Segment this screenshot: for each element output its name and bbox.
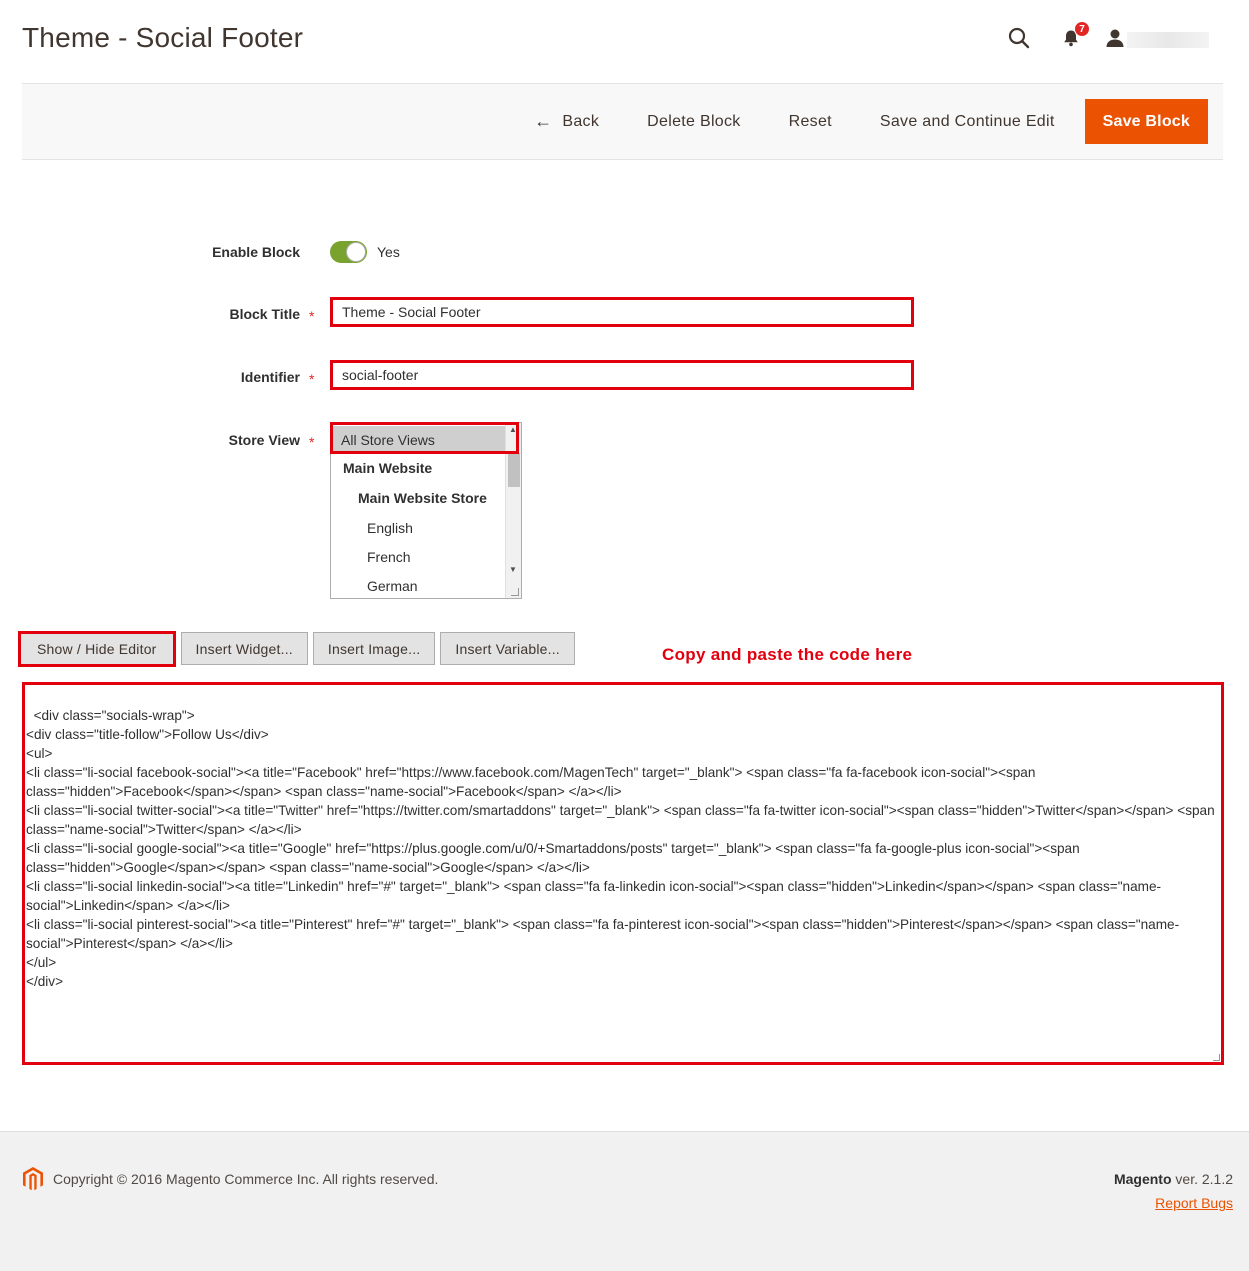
insert-variable-button[interactable]: Insert Variable... xyxy=(440,632,575,665)
block-title-input[interactable] xyxy=(330,297,914,327)
search-icon[interactable] xyxy=(1003,22,1035,54)
toggle-knob xyxy=(346,242,366,262)
content-textarea[interactable]: <div class="socials-wrap"> <div class="t… xyxy=(22,682,1224,1065)
required-marker: * xyxy=(309,308,315,324)
magento-logo-icon xyxy=(23,1167,43,1191)
back-button[interactable]: ← Back xyxy=(510,99,623,144)
enable-block-label: Enable Block xyxy=(212,244,300,260)
version-number: ver. 2.1.2 xyxy=(1175,1171,1233,1187)
store-option-english[interactable]: English xyxy=(367,520,413,536)
brand-name: Magento xyxy=(1113,1171,1172,1187)
user-name-redacted xyxy=(1127,32,1209,48)
enable-block-value: Yes xyxy=(377,244,400,260)
scroll-up-arrow-icon[interactable]: ▲ xyxy=(509,425,517,434)
page-actions-bar: ← Back Delete Block Reset Save and Conti… xyxy=(22,83,1223,160)
store-view-multiselect[interactable]: All Store Views Main Website Main Websit… xyxy=(330,422,522,599)
identifier-input[interactable] xyxy=(330,360,914,390)
version-text: Magento ver. 2.1.2 xyxy=(1114,1171,1233,1187)
required-marker: * xyxy=(309,371,315,387)
store-option-all-store-views[interactable]: All Store Views xyxy=(332,426,506,454)
store-option-german[interactable]: German xyxy=(367,578,418,594)
editor-toolbar: Show / Hide Editor Insert Widget... Inse… xyxy=(18,631,580,667)
notification-count-badge: 7 xyxy=(1074,21,1090,37)
delete-block-button[interactable]: Delete Block xyxy=(623,99,764,144)
resize-grip[interactable] xyxy=(511,588,519,596)
show-hide-editor-button[interactable]: Show / Hide Editor xyxy=(18,631,176,667)
identifier-label: Identifier xyxy=(240,369,300,385)
store-option-main-website: Main Website xyxy=(343,460,433,476)
block-title-label: Block Title xyxy=(229,306,300,322)
store-option-french[interactable]: French xyxy=(367,549,411,565)
header-actions: 7 xyxy=(1003,21,1209,54)
enable-block-toggle[interactable] xyxy=(330,241,367,263)
scroll-down-arrow-icon[interactable]: ▼ xyxy=(509,565,517,574)
back-button-label: Back xyxy=(562,112,600,130)
insert-widget-button[interactable]: Insert Widget... xyxy=(180,632,308,665)
scroll-thumb[interactable] xyxy=(508,453,520,487)
report-bugs-link[interactable]: Report Bugs xyxy=(1155,1195,1233,1211)
notifications-button[interactable]: 7 xyxy=(1055,21,1090,54)
page-title: Theme - Social Footer xyxy=(22,22,304,53)
save-continue-button[interactable]: Save and Continue Edit xyxy=(856,99,1079,144)
save-block-button[interactable]: Save Block xyxy=(1084,99,1208,144)
user-account-menu[interactable] xyxy=(1105,28,1209,48)
arrow-left-icon: ← xyxy=(534,111,553,131)
content-text: <div class="socials-wrap"> <div class="t… xyxy=(26,708,1215,989)
copyright-text: Copyright © 2016 Magento Commerce Inc. A… xyxy=(53,1171,439,1187)
user-icon xyxy=(1106,29,1124,47)
insert-image-button[interactable]: Insert Image... xyxy=(312,632,436,665)
store-option-main-website-store: Main Website Store xyxy=(358,490,487,506)
reset-button[interactable]: Reset xyxy=(765,99,856,144)
store-view-scrollbar[interactable]: ▲ ▼ xyxy=(505,423,521,598)
page-footer: Copyright © 2016 Magento Commerce Inc. A… xyxy=(0,1131,1249,1271)
required-marker: * xyxy=(309,434,315,450)
store-view-label: Store View xyxy=(228,432,300,448)
textarea-resize-grip[interactable] xyxy=(1213,1054,1220,1061)
instruction-annotation: Copy and paste the code here xyxy=(662,645,913,664)
